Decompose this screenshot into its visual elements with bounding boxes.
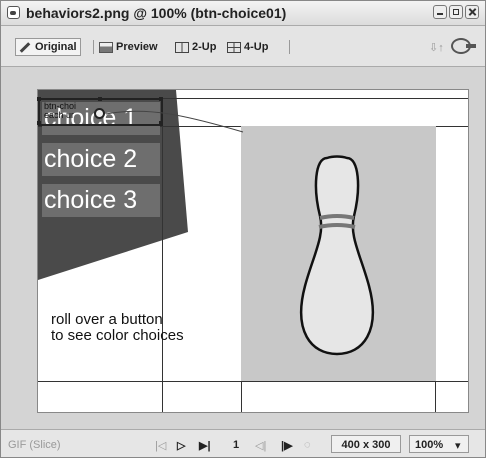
- tab-2-up[interactable]: 2-Up: [175, 38, 216, 56]
- window-controls: [433, 5, 479, 19]
- preview-icon: [99, 41, 113, 53]
- behavior-link-line: [105, 110, 244, 133]
- view-toolbar: Original Preview 2-Up 4-Up ⇩↑: [1, 26, 485, 67]
- export-icon[interactable]: ⇩↑: [429, 41, 444, 54]
- window-title: behaviors2.png @ 100% (btn-choice01): [26, 5, 287, 21]
- slice-guide: [162, 126, 163, 412]
- current-frame: 1: [233, 439, 240, 451]
- choice-2-button[interactable]: choice 2: [42, 143, 160, 176]
- pencil-icon: [19, 41, 31, 53]
- maximize-button[interactable]: [449, 5, 463, 19]
- bowling-pin-icon: [300, 155, 374, 356]
- last-frame-button[interactable]: ▶|: [199, 439, 211, 452]
- slice-handle[interactable]: [159, 97, 163, 101]
- tab-label: 4-Up: [244, 41, 269, 53]
- slice-name-label: btn-choi each ur: [44, 101, 77, 120]
- four-up-icon: [227, 41, 241, 53]
- chevron-down-icon[interactable]: ▾: [455, 439, 461, 452]
- canvas-area[interactable]: choice 1 choice 2 choice 3 btn-choi each…: [1, 67, 485, 429]
- document-window: behaviors2.png @ 100% (btn-choice01) Ori…: [0, 0, 486, 458]
- document-canvas[interactable]: choice 1 choice 2 choice 3 btn-choi each…: [37, 89, 469, 413]
- export-format-label: GIF (Slice): [8, 439, 61, 451]
- first-frame-button[interactable]: |◁: [155, 439, 166, 452]
- toolbar-divider: [93, 40, 94, 54]
- tab-preview[interactable]: Preview: [99, 38, 158, 56]
- tab-original[interactable]: Original: [15, 38, 81, 56]
- toolbar-divider: [289, 40, 290, 54]
- status-bar: GIF (Slice) |◁ ▷ ▶| 1 ◁| |▶ ◌ 400 x 300 …: [1, 429, 485, 457]
- tab-label: Original: [35, 41, 77, 53]
- two-up-icon: [175, 41, 189, 53]
- tab-label: 2-Up: [192, 41, 217, 53]
- zoom-value: 100%: [415, 439, 444, 451]
- edit-in-app-icon[interactable]: [451, 38, 476, 54]
- play-button[interactable]: ▷: [177, 439, 185, 452]
- bowling-pin-panel: [241, 126, 436, 381]
- instruction-text: roll over a button to see color choices: [51, 311, 184, 344]
- slice-guide: [38, 381, 468, 382]
- title-bar[interactable]: behaviors2.png @ 100% (btn-choice01): [1, 1, 485, 26]
- image-file-icon: [7, 6, 20, 19]
- loop-icon[interactable]: ◌: [304, 439, 311, 451]
- next-frame-button[interactable]: |▶: [281, 439, 293, 452]
- slice-handle[interactable]: [98, 97, 102, 101]
- previous-frame-button[interactable]: ◁|: [255, 439, 266, 452]
- canvas-size-field: 400 x 300: [331, 435, 401, 453]
- tab-label: Preview: [116, 41, 158, 53]
- minimize-button[interactable]: [433, 5, 447, 19]
- close-button[interactable]: [465, 5, 479, 19]
- choice-3-button[interactable]: choice 3: [42, 184, 160, 217]
- tab-4-up[interactable]: 4-Up: [227, 38, 268, 56]
- slice-handle[interactable]: [37, 121, 41, 125]
- slice-handle[interactable]: [37, 97, 41, 101]
